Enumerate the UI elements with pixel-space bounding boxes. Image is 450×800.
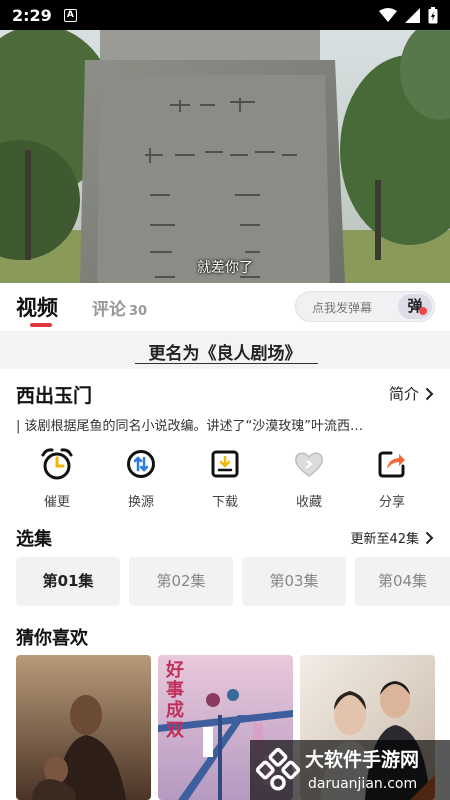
danmu-status-dot (419, 307, 427, 315)
recommend-heading: 猜你喜欢 (16, 628, 88, 649)
download-label: 下载 (211, 495, 238, 510)
detail-tabs: 视频 评论 30 点我发弹幕 弹 (0, 283, 450, 331)
share-icon (378, 451, 405, 478)
episodes-more-link[interactable]: 更新至42集 (350, 528, 434, 547)
rename-banner[interactable]: 更名为《良人剧场》 (0, 331, 450, 369)
favorite-button[interactable]: 收藏 (279, 447, 339, 510)
watermark-text-cn: 大软件手游网 (305, 749, 420, 771)
share-label: 分享 (378, 495, 405, 510)
notification-a-icon: A (63, 8, 77, 22)
poster-image (16, 655, 151, 800)
episodes-update-text: 更新至42集 (350, 532, 419, 547)
show-title-row: 西出玉门 简介 (16, 381, 434, 407)
wifi-icon (379, 8, 397, 22)
intro-label: 简介 (388, 385, 419, 403)
comment-count: 30 (129, 304, 148, 319)
download-icon (211, 450, 239, 478)
show-title: 西出玉门 (16, 385, 93, 407)
tab-video[interactable]: 视频 (16, 292, 58, 322)
episode-chip[interactable]: 第01集 (16, 557, 120, 606)
switch-source-icon (127, 450, 155, 478)
rename-banner-text: 更名为《良人剧场》 (148, 344, 302, 364)
share-button[interactable]: 分享 (362, 447, 422, 510)
episode-chip[interactable]: 第03集 (242, 557, 346, 606)
episode-chip[interactable]: 第04集 (355, 557, 450, 606)
tab-comments-label: 评论 (92, 300, 126, 320)
tab-comments[interactable]: 评论 30 (92, 295, 147, 320)
danmu-placeholder: 点我发弹幕 (312, 301, 373, 315)
remind-update-label: 催更 (43, 495, 70, 510)
site-watermark: 大软件手游网 daruanjian.com (250, 740, 450, 800)
switch-source-label: 换源 (127, 495, 154, 510)
remind-update-button[interactable]: 催更 (27, 447, 87, 510)
video-frame (0, 30, 450, 283)
show-description[interactable]: | 该剧根据尾鱼的同名小说改编。讲述了“沙漠玫瑰”叶流西… (16, 415, 434, 434)
rename-banner-underline (135, 363, 318, 364)
watermark-text-en: daruanjian.com (308, 776, 418, 792)
favorite-label: 收藏 (295, 495, 322, 510)
intro-link[interactable]: 简介 (389, 383, 434, 404)
chevron-right-icon (425, 387, 434, 400)
danmu-input[interactable]: 点我发弹幕 弹 (295, 291, 435, 322)
status-time: 2:29 (12, 5, 52, 25)
poster-title-art: 好事成双 (166, 660, 184, 741)
alarm-clock-icon (41, 448, 73, 480)
watermark-logo-icon (255, 747, 301, 791)
episodes-header: 选集 更新至42集 (16, 525, 434, 550)
recommend-poster[interactable] (16, 655, 151, 800)
video-player[interactable]: 就差你了 (0, 30, 450, 283)
switch-source-button[interactable]: 换源 (111, 447, 171, 510)
battery-icon (428, 6, 438, 23)
episodes-heading: 选集 (16, 529, 52, 550)
status-bar: 2:29 A (0, 0, 450, 30)
download-button[interactable]: 下载 (195, 447, 255, 510)
chevron-right-icon (425, 531, 434, 544)
video-subtitle: 就差你了 (197, 260, 253, 276)
signal-icon (405, 7, 420, 23)
danmu-toggle-button[interactable]: 弹 (398, 294, 432, 319)
action-bar: 催更 换源 下载 收藏 分享 (0, 447, 450, 512)
heart-icon (295, 452, 323, 477)
tab-active-indicator (30, 323, 52, 327)
episode-chip[interactable]: 第02集 (129, 557, 233, 606)
